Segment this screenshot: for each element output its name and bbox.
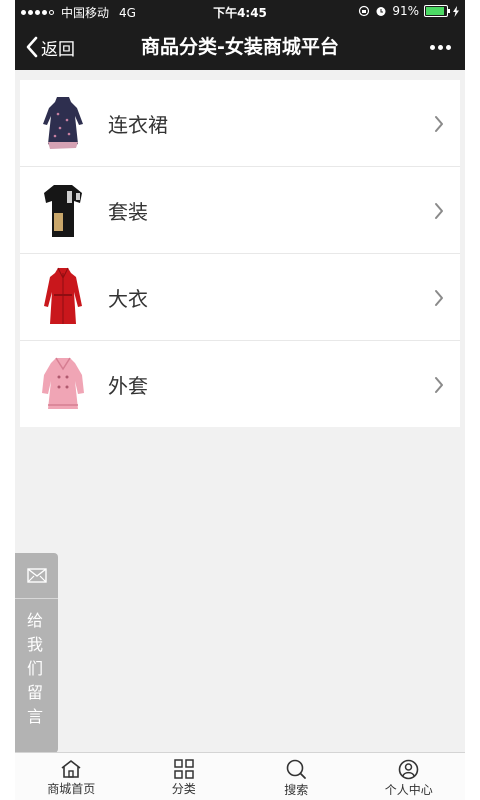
feedback-label: 给我们留言 — [26, 611, 43, 726]
charging-icon — [453, 5, 459, 17]
alarm-icon — [376, 7, 386, 16]
battery-icon — [424, 5, 450, 17]
red-coat-thumbnail — [38, 266, 88, 328]
nav-bar: 返回 商品分类-女装商城平台 — [15, 24, 465, 70]
pink-jacket-thumbnail — [38, 353, 88, 415]
chevron-right-icon — [435, 290, 443, 306]
category-item-coat[interactable]: 大衣 — [20, 254, 460, 341]
tab-category[interactable]: 分类 — [128, 753, 241, 800]
category-label: 连衣裙 — [108, 112, 168, 137]
chevron-right-icon — [435, 116, 443, 132]
page-title: 商品分类-女装商城平台 — [141, 36, 339, 58]
category-label: 外套 — [108, 373, 148, 398]
tab-search[interactable]: 搜索 — [240, 753, 353, 800]
tab-label: 搜索 — [284, 783, 309, 797]
category-item-jacket[interactable]: 外套 — [20, 341, 460, 427]
tab-home[interactable]: 商城首页 — [15, 753, 128, 800]
tab-bar: 商城首页 分类 搜索 个人中心 — [15, 752, 465, 800]
more-dot-icon — [446, 44, 451, 50]
chevron-right-icon — [435, 203, 443, 219]
chevron-right-icon — [435, 377, 443, 393]
battery-percent: 91% — [392, 4, 419, 18]
status-right: 91% — [358, 4, 459, 18]
mail-icon — [15, 553, 58, 599]
category-item-suit[interactable]: 套装 — [20, 167, 460, 254]
user-icon — [398, 759, 419, 780]
status-bar: 中国移动 4G 下午4:45 91% — [15, 0, 465, 24]
back-label: 返回 — [41, 39, 75, 60]
home-icon — [61, 760, 81, 778]
category-label: 套装 — [108, 199, 148, 224]
category-label: 大衣 — [108, 286, 148, 311]
search-icon — [286, 759, 306, 779]
category-item-dress[interactable]: 连衣裙 — [20, 80, 460, 167]
more-dot-icon — [430, 44, 435, 50]
dress-thumbnail — [38, 92, 88, 154]
feedback-button[interactable]: 给我们留言 — [15, 553, 58, 753]
tab-label: 个人中心 — [384, 783, 433, 797]
more-button[interactable] — [427, 24, 451, 70]
more-dot-icon — [438, 44, 443, 50]
tab-label: 商城首页 — [47, 782, 96, 796]
rotation-lock-icon — [359, 5, 370, 17]
phone-frame: 中国移动 4G 下午4:45 91% 返回 商品分类-女装商城平台 连衣裙 套装… — [15, 0, 465, 800]
chevron-left-icon — [26, 36, 38, 58]
grid-icon — [174, 759, 194, 779]
suit-thumbnail — [38, 179, 88, 241]
tab-profile[interactable]: 个人中心 — [353, 753, 466, 800]
category-list: 连衣裙 套装 大衣 外套 — [20, 80, 460, 427]
back-button[interactable]: 返回 — [25, 24, 75, 70]
tab-label: 分类 — [171, 782, 196, 796]
